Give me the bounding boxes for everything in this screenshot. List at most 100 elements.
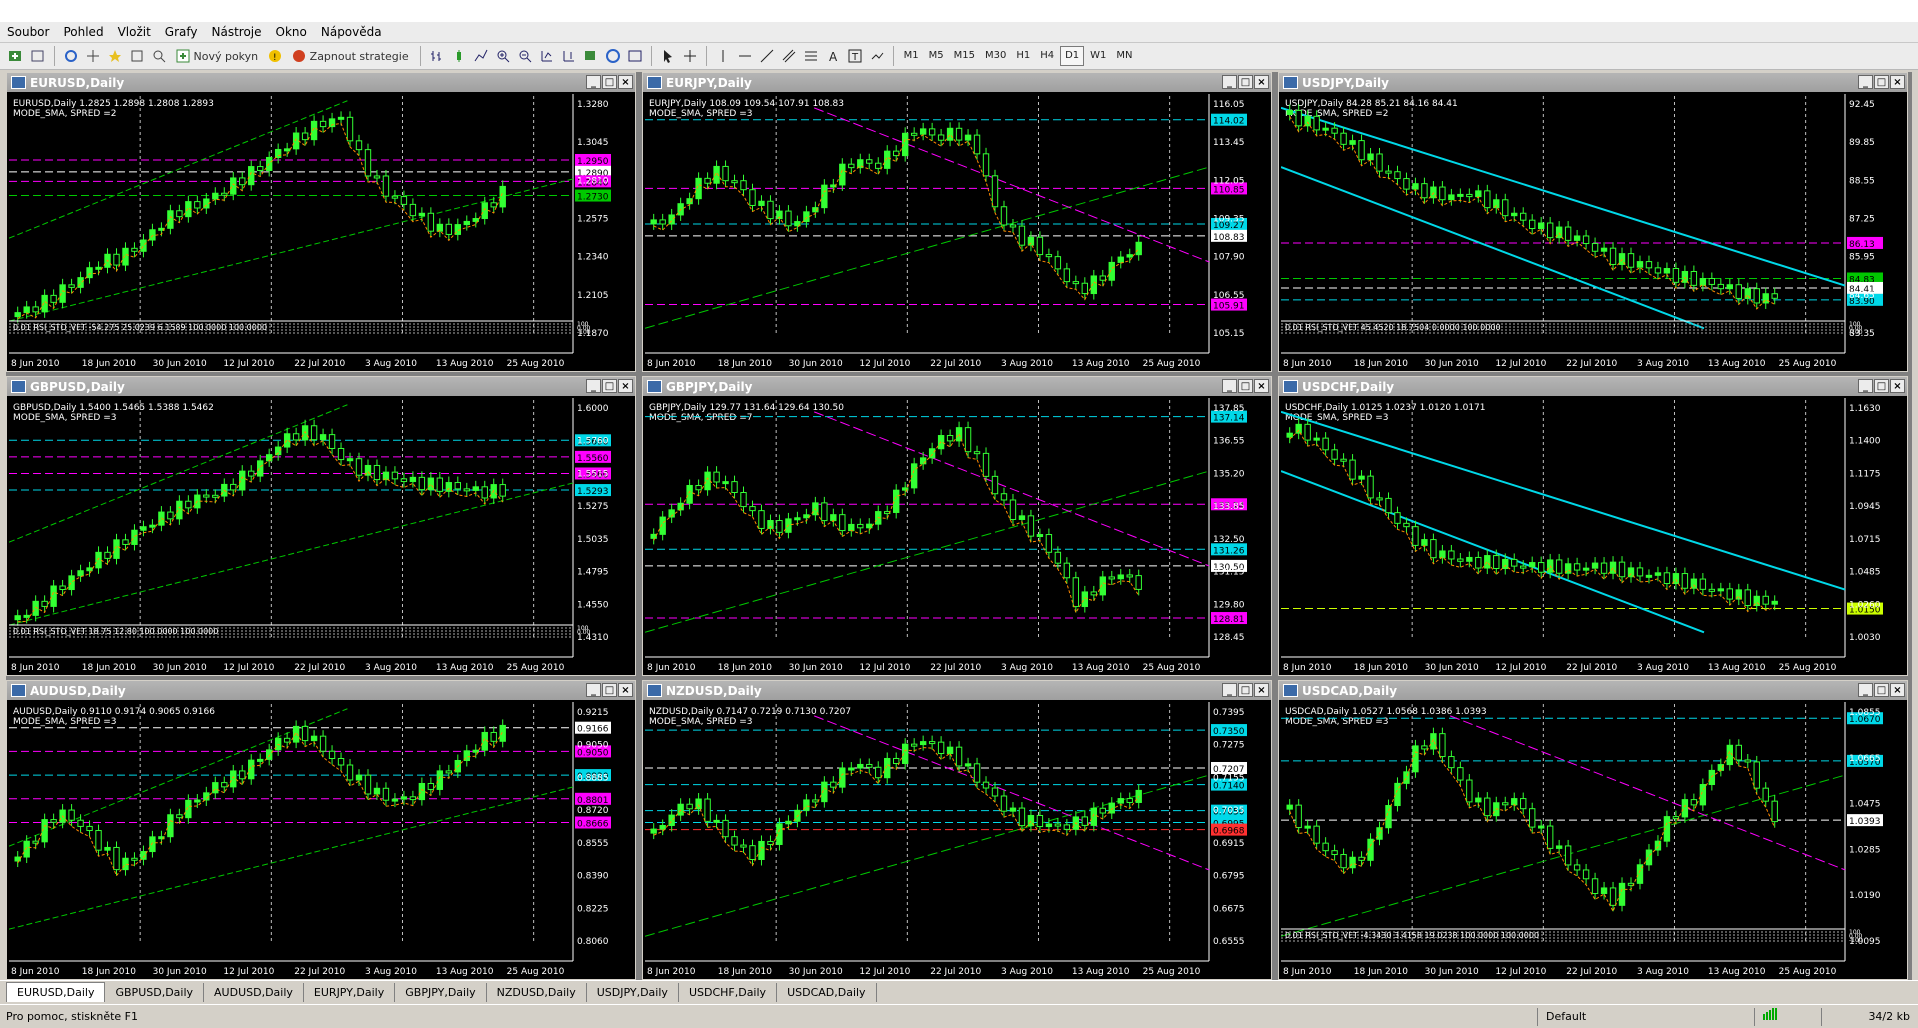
chart-tab[interactable]: GBPUSD,Daily bbox=[105, 983, 205, 1002]
crosshair-icon[interactable] bbox=[680, 46, 700, 66]
close-button[interactable]: × bbox=[1890, 75, 1905, 89]
trend-line[interactable] bbox=[8, 482, 574, 626]
chart-window-title[interactable]: GBPUSD,Daily _ □ × bbox=[7, 377, 635, 396]
zoom-in-icon[interactable] bbox=[493, 46, 513, 66]
minimize-button[interactable]: _ bbox=[586, 379, 601, 393]
trendline-icon[interactable] bbox=[757, 46, 777, 66]
close-button[interactable]: × bbox=[618, 379, 633, 393]
maximize-button[interactable]: □ bbox=[602, 683, 617, 697]
menu-pohled[interactable]: Pohled bbox=[56, 22, 110, 42]
market-watch-icon[interactable] bbox=[61, 46, 81, 66]
chart-window-title[interactable]: GBPJPY,Daily _ □ × bbox=[643, 377, 1271, 396]
trend-line[interactable] bbox=[814, 107, 1210, 263]
menu-nastroje[interactable]: Nástroje bbox=[205, 22, 269, 42]
price-chart[interactable]: USDCHF,Daily 1.0125 1.0237 1.0120 1.0171… bbox=[1280, 398, 1907, 675]
horizontal-line-icon[interactable] bbox=[735, 46, 755, 66]
close-button[interactable]: × bbox=[618, 683, 633, 697]
close-button[interactable]: × bbox=[1254, 683, 1269, 697]
close-button[interactable]: × bbox=[1890, 683, 1905, 697]
timeframe-h1[interactable]: H1 bbox=[1012, 47, 1034, 65]
chart-window[interactable]: AUDUSD,Daily _ □ × AUDUSD,Daily 0.9110 0.917… bbox=[6, 680, 636, 980]
maximize-button[interactable]: □ bbox=[1874, 379, 1889, 393]
price-chart[interactable]: GBPUSD,Daily 1.5400 1.5465 1.5388 1.5462… bbox=[8, 398, 635, 675]
arrows-icon[interactable] bbox=[867, 46, 887, 66]
trend-line[interactable] bbox=[1280, 166, 1705, 330]
trend-line[interactable] bbox=[814, 411, 1210, 567]
menu-vlozit[interactable]: Vložit bbox=[111, 22, 158, 42]
timeframe-h4[interactable]: H4 bbox=[1036, 47, 1058, 65]
chart-window[interactable]: EURUSD,Daily _ □ × EURUSD,Daily 1.2825 1.289… bbox=[6, 72, 636, 372]
close-button[interactable]: × bbox=[618, 75, 633, 89]
price-chart[interactable]: USDCAD,Daily 1.0527 1.0568 1.0386 1.0393… bbox=[1280, 702, 1907, 979]
close-button[interactable]: × bbox=[1890, 379, 1905, 393]
trend-line[interactable] bbox=[1450, 715, 1846, 871]
price-chart[interactable]: EURUSD,Daily 1.2825 1.2898 1.2808 1.2893… bbox=[8, 94, 635, 371]
new-chart-icon[interactable] bbox=[6, 46, 26, 66]
trend-line[interactable] bbox=[814, 715, 1210, 871]
bar-chart-icon[interactable] bbox=[427, 46, 447, 66]
maximize-button[interactable]: □ bbox=[1874, 75, 1889, 89]
maximize-button[interactable]: □ bbox=[1238, 75, 1253, 89]
line-chart-icon[interactable] bbox=[471, 46, 491, 66]
tester-icon[interactable] bbox=[149, 46, 169, 66]
new-order-button[interactable]: Nový pokyn bbox=[171, 46, 263, 66]
chart-tab[interactable]: USDCHF,Daily bbox=[679, 983, 778, 1002]
indicators-icon[interactable] bbox=[581, 46, 601, 66]
chart-window-title[interactable]: AUDUSD,Daily _ □ × bbox=[7, 681, 635, 700]
favorites-icon[interactable] bbox=[105, 46, 125, 66]
timeframe-mn[interactable]: MN bbox=[1112, 47, 1136, 65]
warning-icon[interactable]: ! bbox=[265, 46, 285, 66]
minimize-button[interactable]: _ bbox=[1222, 683, 1237, 697]
trend-line[interactable] bbox=[644, 774, 1210, 937]
profiles-icon[interactable] bbox=[28, 46, 48, 66]
terminal-icon[interactable] bbox=[127, 46, 147, 66]
strategies-button[interactable]: Zapnout strategie bbox=[287, 46, 413, 66]
maximize-button[interactable]: □ bbox=[1238, 379, 1253, 393]
trend-line[interactable] bbox=[1280, 410, 1846, 591]
chart-window-title[interactable]: EURJPY,Daily _ □ × bbox=[643, 73, 1271, 92]
candle-chart-icon[interactable] bbox=[449, 46, 469, 66]
chart-window-title[interactable]: USDJPY,Daily _ □ × bbox=[1279, 73, 1907, 92]
chart-tab[interactable]: GBPJPY,Daily bbox=[395, 983, 487, 1002]
price-chart[interactable]: AUDUSD,Daily 0.9110 0.9174 0.9065 0.9166… bbox=[8, 702, 635, 979]
trend-line[interactable] bbox=[1280, 774, 1846, 937]
cursor-icon[interactable] bbox=[658, 46, 678, 66]
auto-scroll-icon[interactable] bbox=[537, 46, 557, 66]
vertical-line-icon[interactable] bbox=[713, 46, 733, 66]
chart-window[interactable]: GBPUSD,Daily _ □ × GBPUSD,Daily 1.5400 1.546… bbox=[6, 376, 636, 676]
menu-napoveda[interactable]: Nápověda bbox=[314, 22, 389, 42]
chart-tab[interactable]: EURJPY,Daily bbox=[304, 983, 396, 1002]
timeframe-m5[interactable]: M5 bbox=[925, 47, 948, 65]
timeframe-m30[interactable]: M30 bbox=[981, 47, 1010, 65]
trend-line[interactable] bbox=[644, 470, 1210, 633]
chart-tab[interactable]: USDJPY,Daily bbox=[587, 983, 679, 1002]
chart-tab[interactable]: EURUSD,Daily bbox=[6, 982, 106, 1002]
chart-tab[interactable]: USDCAD,Daily bbox=[777, 983, 877, 1002]
menu-soubor[interactable]: Soubor bbox=[0, 22, 56, 42]
minimize-button[interactable]: _ bbox=[1858, 75, 1873, 89]
timeframe-d1[interactable]: D1 bbox=[1060, 46, 1085, 66]
zoom-out-icon[interactable] bbox=[515, 46, 535, 66]
minimize-button[interactable]: _ bbox=[1858, 683, 1873, 697]
timeframe-m15[interactable]: M15 bbox=[950, 47, 979, 65]
trend-line[interactable] bbox=[1280, 106, 1846, 287]
menu-okno[interactable]: Okno bbox=[269, 22, 314, 42]
trend-line[interactable] bbox=[8, 178, 574, 322]
text-label-icon[interactable]: T bbox=[845, 46, 865, 66]
close-button[interactable]: × bbox=[1254, 379, 1269, 393]
minimize-button[interactable]: _ bbox=[1222, 75, 1237, 89]
close-button[interactable]: × bbox=[1254, 75, 1269, 89]
chart-tab[interactable]: AUDUSD,Daily bbox=[204, 983, 304, 1002]
channel-icon[interactable] bbox=[779, 46, 799, 66]
trend-line[interactable] bbox=[8, 100, 348, 239]
maximize-button[interactable]: □ bbox=[602, 75, 617, 89]
navigator-icon[interactable] bbox=[83, 46, 103, 66]
minimize-button[interactable]: _ bbox=[1858, 379, 1873, 393]
chart-window[interactable]: USDCAD,Daily _ □ × USDCAD,Daily 1.0527 1.056… bbox=[1278, 680, 1908, 980]
periods-icon[interactable] bbox=[603, 46, 623, 66]
price-chart[interactable]: USDJPY,Daily 84.28 85.21 84.16 84.41MODE… bbox=[1280, 94, 1907, 371]
trend-line[interactable] bbox=[8, 786, 574, 930]
chart-window-title[interactable]: EURUSD,Daily _ □ × bbox=[7, 73, 635, 92]
chart-window[interactable]: USDCHF,Daily _ □ × USDCHF,Daily 1.0125 1.023… bbox=[1278, 376, 1908, 676]
price-chart[interactable]: GBPJPY,Daily 129.77 131.64 129.64 130.50… bbox=[644, 398, 1271, 675]
